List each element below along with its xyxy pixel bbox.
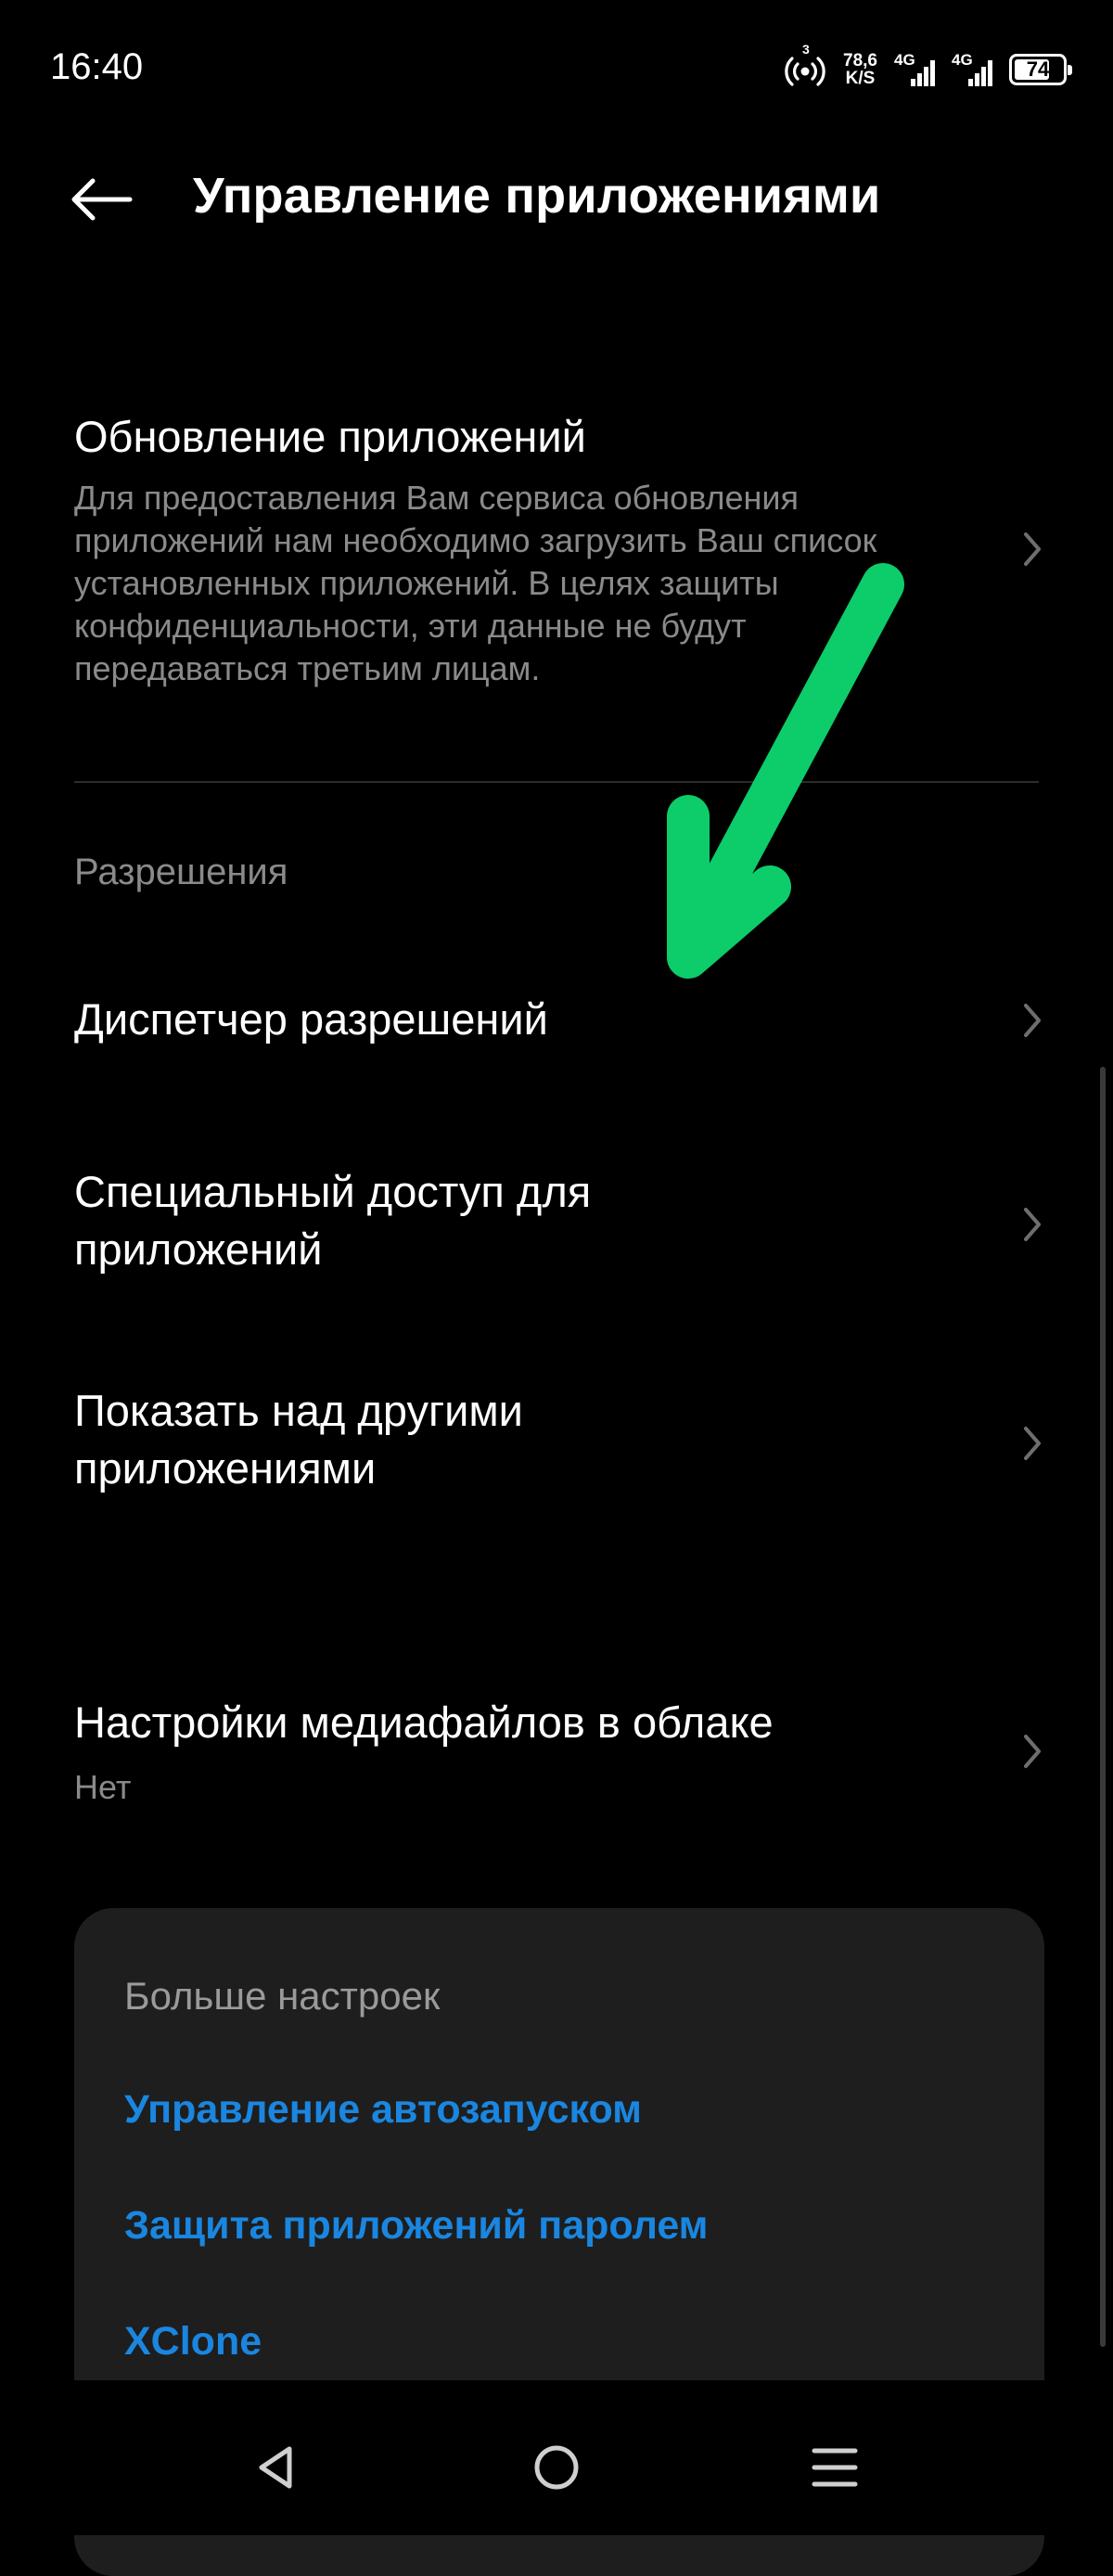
status-time: 16:40	[50, 46, 144, 87]
home-circle-icon[interactable]	[531, 2441, 582, 2493]
cloud-media-title: Настройки медиафайлов в облаке	[74, 1698, 774, 1747]
back-triangle-icon[interactable]	[250, 2441, 302, 2493]
display-over-apps-title: Показать над другими приложениями	[74, 1386, 523, 1493]
autostart-link[interactable]: Управление автозапуском	[124, 2087, 642, 2133]
more-settings-heading: Больше настроек	[124, 1974, 441, 2018]
app-update-title: Обновление приложений	[74, 412, 586, 461]
chevron-right-icon	[1024, 1735, 1041, 1768]
xclone-link[interactable]: XClone	[124, 2319, 262, 2365]
battery-tip	[1068, 65, 1072, 75]
permission-manager-row[interactable]: Диспетчер разрешений	[0, 983, 1113, 1057]
chevron-right-icon	[1024, 1427, 1041, 1460]
battery-icon: 74	[1009, 54, 1072, 85]
back-button[interactable]	[69, 167, 143, 232]
special-access-title: Специальный доступ для приложений	[74, 1167, 592, 1274]
app-password-link[interactable]: Защита приложений паролем	[124, 2203, 708, 2249]
annotation-arrow-icon	[667, 563, 904, 979]
signal-icon-1: 4G	[894, 51, 935, 88]
network-speed: 78,6 K/S	[843, 52, 877, 87]
chevron-right-icon	[1024, 532, 1041, 566]
scrollbar[interactable]	[1100, 1067, 1106, 2347]
permission-manager-title: Диспетчер разрешений	[74, 994, 548, 1044]
menu-lines-icon[interactable]	[809, 2441, 861, 2493]
chevron-right-icon	[1024, 1004, 1041, 1037]
arrow-left-icon	[71, 178, 133, 221]
section-label-permissions: Разрешения	[74, 852, 288, 892]
cloud-media-row[interactable]: Настройки медиафайлов в облаке Нет	[0, 1690, 1113, 1820]
hotspot-count: 3	[802, 42, 810, 57]
battery-level: 74	[1026, 58, 1050, 81]
signal-icon-2: 4G	[952, 51, 992, 88]
status-icons: 3 78,6 K/S 4G 4G 74	[784, 42, 1072, 95]
cloud-media-value: Нет	[74, 1768, 132, 1806]
speed-unit: K/S	[845, 69, 876, 88]
chevron-right-icon	[1024, 1208, 1041, 1241]
speed-value: 78,6	[843, 51, 877, 70]
page-title: Управление приложениями	[193, 168, 881, 224]
hotspot-icon: 3	[784, 42, 826, 88]
display-over-apps-row[interactable]: Показать над другими приложениями	[0, 1378, 1113, 1508]
app-update-row[interactable]: Обновление приложений Для предоставления…	[0, 399, 1113, 705]
special-access-row[interactable]: Специальный доступ для приложений	[0, 1160, 1113, 1289]
